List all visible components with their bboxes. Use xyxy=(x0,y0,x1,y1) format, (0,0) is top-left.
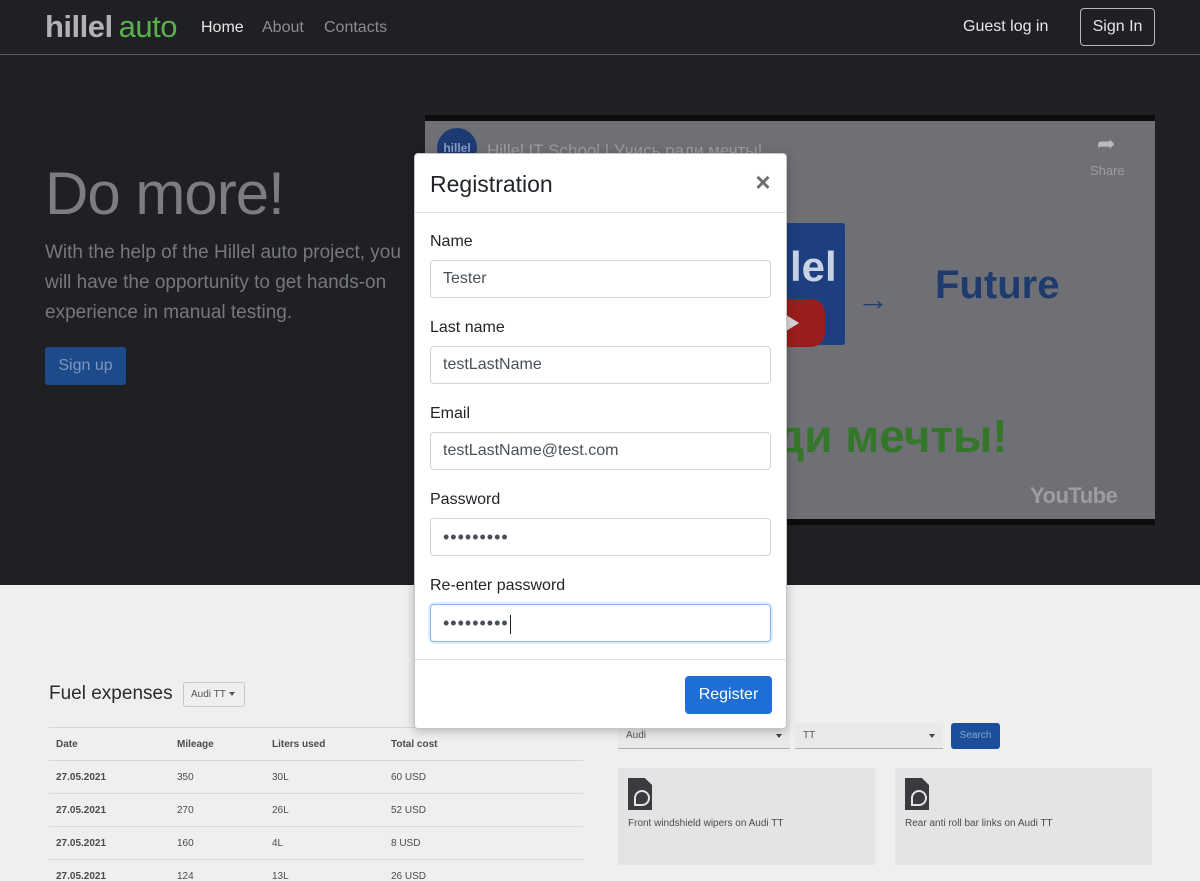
modal-header: Registration × xyxy=(415,154,786,213)
last-name-input[interactable]: testLastName xyxy=(430,346,771,384)
name-label: Name xyxy=(430,233,473,250)
register-button[interactable]: Register xyxy=(685,676,772,714)
repeat-password-value: ••••••••• xyxy=(443,613,509,633)
email-input[interactable]: testLastName@test.com xyxy=(430,432,771,470)
password-input[interactable]: ••••••••• xyxy=(430,518,771,556)
name-input[interactable]: Tester xyxy=(430,260,771,298)
close-icon[interactable]: × xyxy=(753,169,773,195)
modal-footer-divider xyxy=(415,659,786,660)
text-cursor xyxy=(509,614,511,634)
registration-modal: Registration × Name Tester Last name tes… xyxy=(414,153,787,729)
last-name-label: Last name xyxy=(430,319,505,336)
repeat-password-label: Re-enter password xyxy=(430,577,566,594)
repeat-password-input[interactable]: ••••••••• xyxy=(430,604,771,642)
modal-title: Registration xyxy=(430,171,553,197)
email-label: Email xyxy=(430,405,471,422)
password-label: Password xyxy=(430,491,501,508)
